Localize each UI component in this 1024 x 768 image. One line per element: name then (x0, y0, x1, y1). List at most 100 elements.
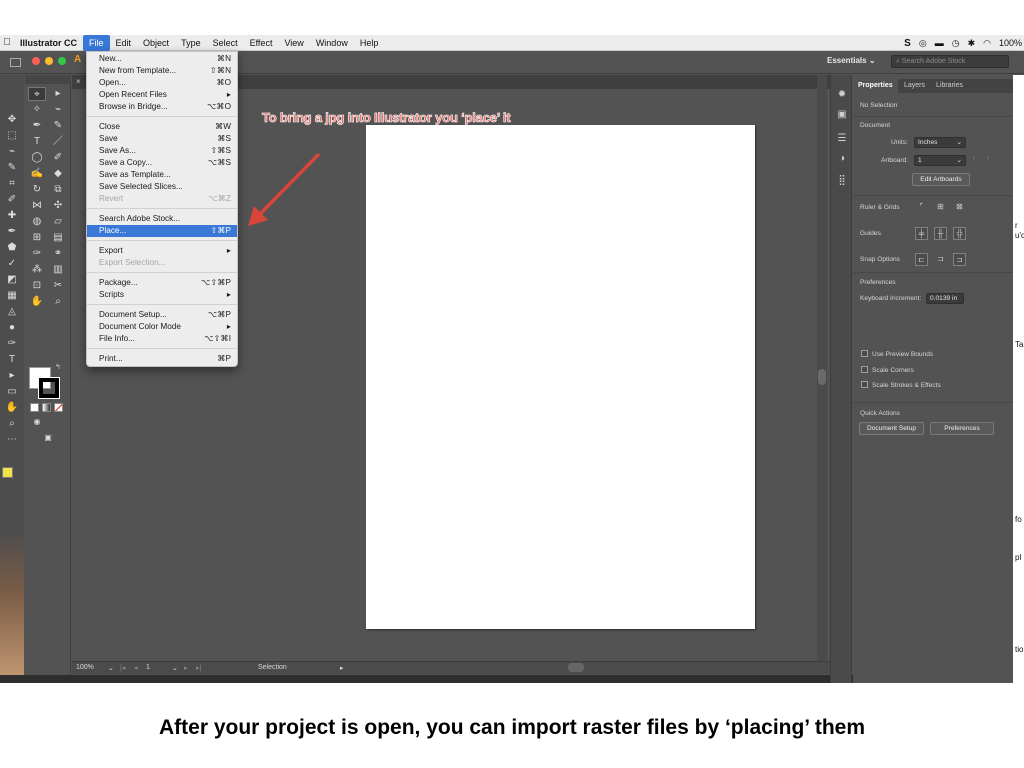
artboard-tool-icon[interactable]: ⊡ (28, 279, 46, 293)
symbol-sprayer-tool-icon[interactable]: ⁂ (28, 263, 46, 277)
menu-item-place[interactable]: Place... ⇧⌘P (87, 225, 237, 237)
magic-wand-icon[interactable]: ✧ (28, 103, 46, 117)
color-mode-icon[interactable] (30, 403, 39, 412)
rulers-icon[interactable]: ⌜ (915, 201, 928, 214)
perspective-tool-icon[interactable]: ▱ (49, 215, 67, 229)
gradient-tool-icon[interactable]: ▤ (49, 231, 67, 245)
marquee-icon[interactable]: ⬚ (3, 129, 21, 143)
zoom-window-icon[interactable] (58, 57, 66, 65)
document-setup-button[interactable]: Document Setup (859, 422, 924, 435)
preferences-button[interactable]: Preferences (930, 422, 994, 435)
type-icon[interactable]: T (3, 353, 21, 367)
units-select[interactable]: Inches ⌄ (914, 137, 966, 148)
menu-object[interactable]: Object (137, 35, 175, 51)
prev-artboard-icon[interactable]: ◂ (134, 664, 138, 672)
pen-tool-icon[interactable]: ✒ (28, 119, 46, 133)
menu-item-save-as[interactable]: Save As... ⇧⌘S (87, 145, 237, 157)
direct-selection-tool-icon[interactable]: ▸ (49, 87, 67, 101)
snap-point-icon[interactable]: ⊏ (915, 253, 928, 266)
wifi-icon[interactable]: ◠ (983, 38, 991, 49)
menu-item-save[interactable]: Save ⌘S (87, 133, 237, 145)
status-menu-icon[interactable]: ▸ (340, 664, 344, 672)
align-panel-icon[interactable]: ☰ (836, 133, 848, 145)
edit-artboards-button[interactable]: Edit Artboards (912, 173, 970, 186)
glyphs-panel-icon[interactable]: ⣿ (836, 175, 848, 187)
none-mode-icon[interactable] (54, 403, 63, 412)
lasso-icon[interactable]: ⌁ (3, 145, 21, 159)
line-tool-icon[interactable]: ／ (49, 135, 67, 149)
menu-item-open[interactable]: Open... ⌘O (87, 77, 237, 89)
tab-libraries[interactable]: Libraries (931, 79, 968, 93)
free-transform-tool-icon[interactable]: ✣ (49, 199, 67, 213)
selection-tool-icon[interactable]: ⌖ (28, 87, 46, 101)
color-panel-icon[interactable]: ✹ (836, 89, 848, 101)
lasso-tool-icon[interactable]: ⌁ (49, 103, 67, 117)
zoom-icon[interactable]: ⌕ (3, 417, 21, 431)
column-graph-tool-icon[interactable]: ▥ (49, 263, 67, 277)
zoom-tool-icon[interactable]: ⌕ (49, 295, 67, 309)
close-tab-icon[interactable]: × (76, 77, 81, 86)
next-artboard-icon[interactable]: ▸ (184, 664, 188, 672)
tab-properties[interactable]: Properties (853, 79, 898, 93)
menu-type[interactable]: Type (175, 35, 207, 51)
clock-icon[interactable]: ◷ (952, 38, 960, 49)
slice-tool-icon[interactable]: ✂ (49, 279, 67, 293)
keyboard-increment-input[interactable]: 0.0139 in (926, 293, 964, 304)
rotate-tool-icon[interactable]: ↻ (28, 183, 46, 197)
menu-window[interactable]: Window (310, 35, 354, 51)
prev-artboard-arrow-icon[interactable]: ‹ (973, 155, 975, 162)
curvature-tool-icon[interactable]: ✎ (49, 119, 67, 133)
minimize-window-icon[interactable] (45, 57, 53, 65)
scale-strokes-checkbox[interactable] (861, 381, 868, 388)
pen2-icon[interactable]: ✑ (3, 337, 21, 351)
first-artboard-icon[interactable]: |◂ (120, 664, 125, 672)
artboard-number[interactable]: 1 (146, 664, 150, 671)
mesh-tool-icon[interactable]: ⊞ (28, 231, 46, 245)
tab-layers[interactable]: Layers (899, 79, 930, 93)
menu-view[interactable]: View (278, 35, 309, 51)
width-tool-icon[interactable]: ⋈ (28, 199, 46, 213)
apple-icon[interactable]:  (0, 37, 14, 48)
type-tool-icon[interactable]: T (28, 135, 46, 149)
menu-item-document-setup[interactable]: Document Setup... ⌥⌘P (87, 309, 237, 321)
paintbrush-tool-icon[interactable]: ✐ (49, 151, 67, 165)
workspace-switcher[interactable]: Essentials ⌄ (827, 56, 876, 65)
gradient-mode-icon[interactable] (42, 403, 51, 412)
grid-icon[interactable]: ⊞ (934, 201, 947, 214)
eyedropper-icon[interactable]: ✐ (3, 193, 21, 207)
menu-edit[interactable]: Edit (110, 35, 138, 51)
app-menu[interactable]: Illustrator CC (14, 35, 83, 51)
menu-item-export[interactable]: Export ▸ (87, 245, 237, 257)
stroke-color-swatch[interactable] (38, 377, 60, 399)
crop-icon[interactable]: ⌗ (3, 177, 21, 191)
last-artboard-icon[interactable]: ▸| (196, 664, 201, 672)
blend-tool-icon[interactable]: ⚭ (49, 247, 67, 261)
screen-mode-icon[interactable]: ▣ (39, 431, 57, 445)
next-artboard-arrow-icon[interactable]: › (987, 155, 989, 162)
menu-item-package[interactable]: Package... ⌥⇧⌘P (87, 277, 237, 289)
smart-guides-icon[interactable]: ╬ (953, 227, 966, 240)
history-icon[interactable]: ✓ (3, 257, 21, 271)
menu-file[interactable]: File (83, 35, 110, 51)
snap-pixel-icon[interactable]: ⊐ (953, 253, 966, 266)
appearance-panel-icon[interactable]: ◑ (836, 153, 848, 165)
artboard[interactable] (366, 125, 755, 629)
ellipse-tool-icon[interactable]: ◯ (28, 151, 46, 165)
scale-corners-checkbox[interactable] (861, 366, 868, 373)
heal-icon[interactable]: ✚ (3, 209, 21, 223)
s-icon[interactable]: S (904, 38, 911, 49)
camera-icon[interactable]: ◎ (919, 38, 927, 49)
show-guides-icon[interactable]: ╪ (915, 227, 928, 240)
rect-icon[interactable]: ▭ (3, 385, 21, 399)
menu-select[interactable]: Select (207, 35, 244, 51)
menu-item-new[interactable]: New... ⌘N (87, 53, 237, 65)
menu-item-close[interactable]: Close ⌘W (87, 121, 237, 133)
scale-tool-icon[interactable]: ⧉ (49, 183, 67, 197)
menu-effect[interactable]: Effect (244, 35, 279, 51)
menu-item-print[interactable]: Print... ⌘P (87, 353, 237, 365)
eyedropper-tool-icon[interactable]: ✑ (28, 247, 46, 261)
vertical-scrollbar[interactable] (817, 75, 827, 661)
artboard-dropdown-icon[interactable]: ⌄ (172, 664, 178, 672)
scroll-thumb[interactable] (818, 369, 826, 385)
properties-panel-icon[interactable]: ▣ (836, 109, 848, 121)
